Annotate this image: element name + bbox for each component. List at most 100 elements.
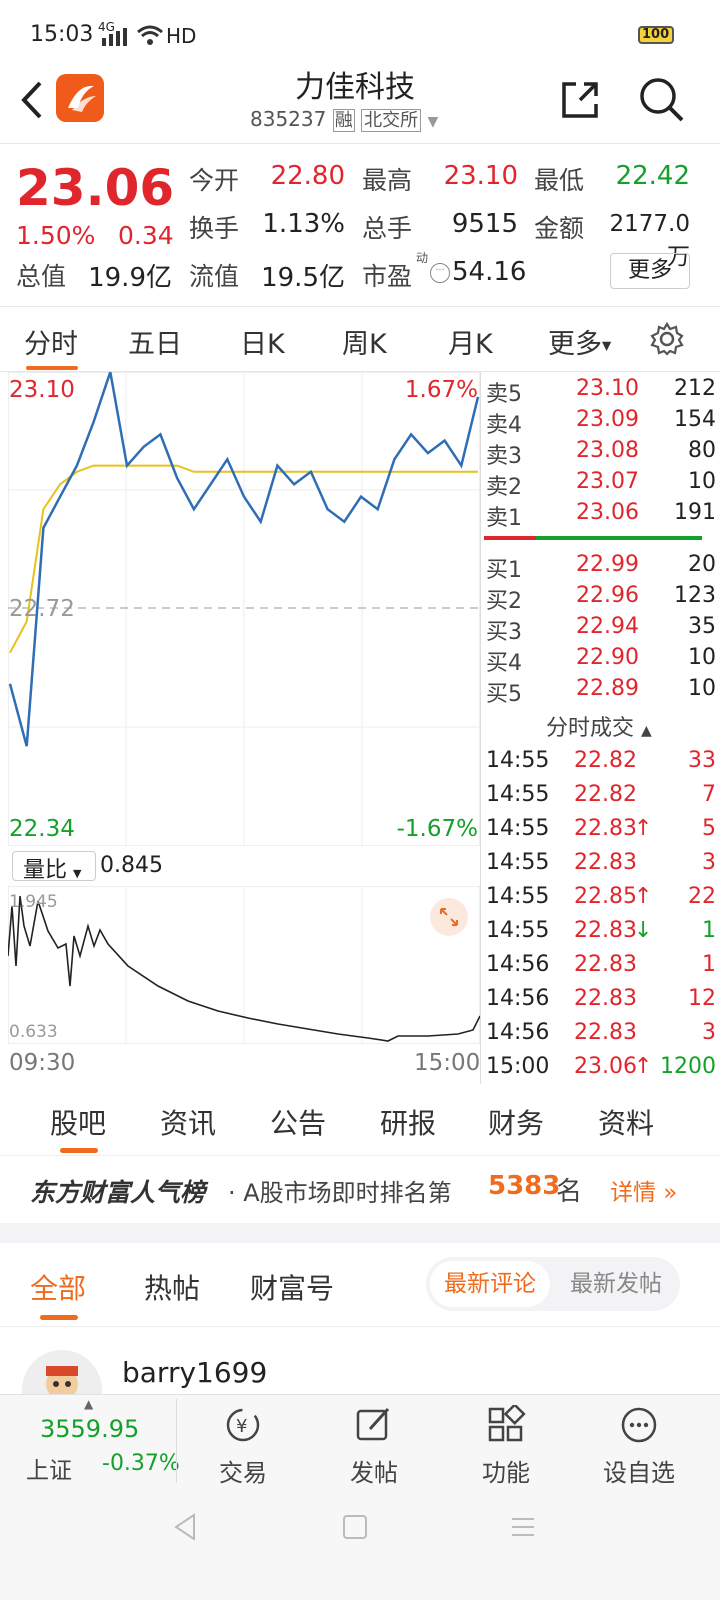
- vol-ratio-chart[interactable]: [8, 886, 480, 1044]
- ask-strength-bar: [484, 536, 536, 540]
- pe-superscript: 动: [416, 251, 429, 265]
- bid-row: 买5 22.89 10: [486, 676, 716, 707]
- exchange-tag: 北交所: [361, 109, 422, 132]
- tab-guba[interactable]: 股吧: [50, 1102, 106, 1142]
- trade-row: 14:56 22.83 1: [486, 952, 716, 977]
- sort-latest-post[interactable]: 最新发帖: [556, 1261, 676, 1307]
- tab-research[interactable]: 研报: [380, 1102, 436, 1142]
- post-item[interactable]: barry1699: [0, 1328, 720, 1394]
- avatar[interactable]: [22, 1350, 102, 1394]
- search-icon[interactable]: [638, 76, 686, 124]
- sort-latest-comment[interactable]: 最新评论: [430, 1261, 550, 1307]
- high-label: 最高: [362, 166, 413, 195]
- tab-finance[interactable]: 财务: [488, 1102, 544, 1142]
- sort-toggle: 最新评论 最新发帖: [426, 1257, 680, 1311]
- vol-bottom-label: 0.633: [9, 1022, 58, 1042]
- tab-announcement[interactable]: 公告: [270, 1102, 326, 1142]
- tab-news[interactable]: 资讯: [160, 1102, 216, 1142]
- price-chart[interactable]: [8, 372, 480, 846]
- open-value: 22.80: [270, 161, 345, 191]
- trade-row: 14:56 22.83 12: [486, 986, 716, 1011]
- tab-indicator: [26, 366, 78, 370]
- expand-icon[interactable]: [430, 898, 468, 936]
- more-dots-icon: [621, 1407, 657, 1443]
- index-name: 上证: [26, 1458, 72, 1484]
- trades-toggle[interactable]: 分时成交 ▲: [546, 710, 652, 742]
- rank-brand: 东方财富人气榜: [30, 1178, 206, 1207]
- float-label: 流值: [189, 262, 240, 291]
- turnover-label: 换手: [189, 214, 240, 243]
- function-button[interactable]: 功能: [446, 1395, 566, 1495]
- divider: [480, 372, 481, 1084]
- info-tabs: 股吧 资讯 公告 研报 财务 资料: [0, 1086, 720, 1156]
- back-icon[interactable]: [18, 80, 44, 120]
- vol-ratio-dropdown[interactable]: 量比 ▼: [12, 851, 96, 883]
- rank-text: · A股市场即时排名第: [228, 1179, 452, 1207]
- network-label: HD: [166, 24, 197, 48]
- bid-row: 买4 22.90 10: [486, 645, 716, 676]
- rank-number: 5383: [488, 1171, 561, 1201]
- float-value: 19.5亿: [261, 263, 345, 293]
- home-nav-icon[interactable]: [340, 1512, 370, 1542]
- volume-label: 总手: [362, 214, 413, 243]
- rank-detail-link[interactable]: 详情 »: [610, 1173, 677, 1207]
- share-icon[interactable]: [558, 78, 602, 122]
- trade-row: 14:56 22.83 3: [486, 1020, 716, 1045]
- change-amount: 0.34: [118, 221, 174, 250]
- status-time: 15:03: [30, 22, 94, 47]
- index-ticker[interactable]: ▲ 3559.95 上证 -0.37%: [0, 1395, 180, 1495]
- high-value: 23.10: [443, 161, 518, 191]
- trade-icon: ¥: [226, 1408, 260, 1442]
- tab-more[interactable]: 更多▼: [548, 322, 611, 361]
- tab-profile[interactable]: 资料: [598, 1102, 654, 1142]
- bid-row: 买2 22.96 123: [486, 583, 716, 614]
- system-nav-bar: [0, 1494, 720, 1600]
- pe-label: 市盈: [362, 262, 413, 291]
- dropdown-icon[interactable]: ▼: [427, 114, 438, 130]
- stock-name: 力佳科技: [295, 70, 415, 105]
- tab-wealth[interactable]: 财富号: [250, 1267, 334, 1307]
- battery-icon: 100: [638, 26, 674, 44]
- ask-row: 卖2 23.07 10: [486, 469, 716, 500]
- chart-mid-price: 22.72: [9, 596, 75, 622]
- trade-row: 14:55 22.83 3: [486, 850, 716, 875]
- pe-info-icon[interactable]: ···: [430, 263, 450, 283]
- ask-row: 卖1 23.06 191: [486, 500, 716, 531]
- mktcap-value: 19.9亿: [88, 263, 172, 293]
- tab-indicator: [40, 1315, 78, 1320]
- tab-hot[interactable]: 热帖: [144, 1267, 200, 1307]
- low-label: 最低: [534, 166, 585, 195]
- tab-monthly-k[interactable]: 月K: [448, 322, 493, 361]
- time-end: 15:00: [414, 1050, 481, 1076]
- ask-row: 卖5 23.10 212: [486, 376, 716, 407]
- change-percent: 1.50%: [16, 221, 96, 250]
- popularity-rank-bar[interactable]: 东方财富人气榜 · A股市场即时排名第 5383 名 详情 »: [0, 1157, 720, 1223]
- stock-code-line: 835237 融 北交所 ▼: [250, 106, 470, 132]
- tab-daily-k[interactable]: 日K: [240, 322, 285, 361]
- back-nav-icon[interactable]: [170, 1512, 200, 1542]
- post-username[interactable]: barry1699: [122, 1356, 267, 1389]
- app-screen: { "status": { "time": "15:03", "signal":…: [0, 0, 720, 1600]
- chart-bottom-price: 22.34: [9, 816, 75, 842]
- settings-gear-icon[interactable]: [650, 322, 684, 356]
- more-button[interactable]: 更多: [610, 253, 690, 289]
- nav-divider: [176, 1399, 177, 1483]
- trade-row: 14:55 22.83 ↑ 5: [486, 816, 716, 841]
- chart-top-price: 23.10: [9, 377, 75, 403]
- tab-all[interactable]: 全部: [30, 1267, 86, 1307]
- chart-top-pct: 1.67%: [404, 377, 478, 403]
- ask-row: 卖4 23.09 154: [486, 407, 716, 438]
- trade-button[interactable]: ¥ 交易: [183, 1395, 303, 1495]
- chart-tabs: 分时 五日 日K 周K 月K 更多▼: [0, 308, 720, 372]
- trade-row: 15:00 23.06 ↑ 1200: [486, 1054, 716, 1079]
- tab-weekly-k[interactable]: 周K: [342, 322, 387, 361]
- post-button[interactable]: 发帖: [314, 1395, 434, 1495]
- margin-tag: 融: [332, 109, 355, 132]
- trade-row: 14:55 22.83 ↓ 1: [486, 918, 716, 943]
- tab-intraday[interactable]: 分时: [24, 322, 78, 361]
- bid-row: 买3 22.94 35: [486, 614, 716, 645]
- menu-nav-icon[interactable]: [508, 1512, 538, 1542]
- add-watchlist-button[interactable]: 设自选: [579, 1395, 699, 1495]
- edit-icon: [356, 1407, 390, 1441]
- tab-5day[interactable]: 五日: [128, 322, 182, 361]
